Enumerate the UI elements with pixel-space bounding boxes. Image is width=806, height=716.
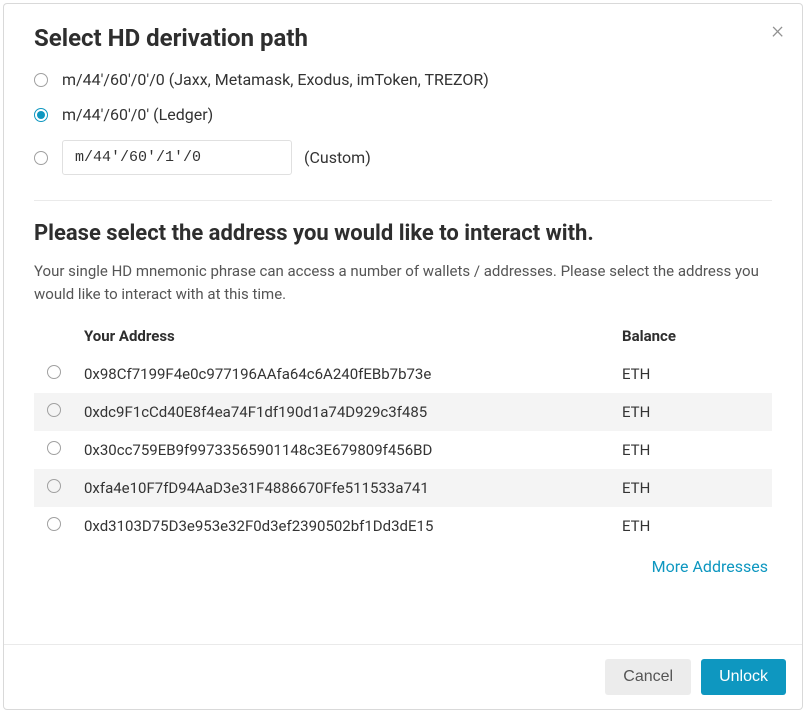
- address-cell: 0xdc9F1cCd40E8f4ea74F1df190d1a74D929c3f4…: [84, 403, 622, 421]
- balance-cell: ETH: [622, 403, 762, 421]
- balance-cell: ETH: [622, 441, 762, 459]
- hd-path-option-ledger[interactable]: m/44'/60'/0' (Ledger): [34, 105, 772, 124]
- radio-icon[interactable]: [47, 517, 61, 531]
- close-icon[interactable]: ×: [771, 18, 784, 42]
- balance-cell: ETH: [622, 517, 762, 535]
- balance-cell: ETH: [622, 479, 762, 497]
- dialog-title: Select HD derivation path: [34, 24, 772, 52]
- table-row[interactable]: 0xd3103D75D3e953e32F0d3ef2390502bf1Dd3dE…: [34, 507, 772, 545]
- table-header-address: Your Address: [84, 327, 622, 345]
- table-row[interactable]: 0x30cc759EB9f99733565901148c3E679809f456…: [34, 431, 772, 469]
- more-addresses-link[interactable]: More Addresses: [652, 557, 768, 576]
- hd-path-dialog: × Select HD derivation path m/44'/60'/0'…: [3, 3, 803, 710]
- table-row[interactable]: 0x98Cf7199F4e0c977196AAfa64c6A240fEBb7b7…: [34, 355, 772, 393]
- cancel-button[interactable]: Cancel: [605, 659, 691, 695]
- dialog-body: Select HD derivation path m/44'/60'/0'/0…: [4, 4, 802, 644]
- radio-icon[interactable]: [47, 403, 61, 417]
- address-section-helper: Your single HD mnemonic phrase can acces…: [34, 260, 772, 305]
- address-cell: 0xd3103D75D3e953e32F0d3ef2390502bf1Dd3dE…: [84, 517, 622, 535]
- table-header-balance: Balance: [622, 327, 762, 345]
- balance-cell: ETH: [622, 365, 762, 383]
- hd-path-option-label: m/44'/60'/0'/0 (Jaxx, Metamask, Exodus, …: [62, 70, 489, 89]
- hd-path-option-default[interactable]: m/44'/60'/0'/0 (Jaxx, Metamask, Exodus, …: [34, 70, 772, 89]
- hd-path-option-label: m/44'/60'/0' (Ledger): [62, 105, 213, 124]
- dialog-footer: Cancel Unlock: [4, 644, 802, 709]
- address-cell: 0xfa4e10F7fD94AaD3e31F4886670Ffe511533a7…: [84, 479, 622, 497]
- table-row[interactable]: 0xdc9F1cCd40E8f4ea74F1df190d1a74D929c3f4…: [34, 393, 772, 431]
- radio-icon[interactable]: [34, 151, 48, 165]
- more-addresses-wrapper: More Addresses: [34, 557, 772, 576]
- radio-icon[interactable]: [47, 479, 61, 493]
- radio-icon[interactable]: [47, 441, 61, 455]
- hd-path-option-custom[interactable]: (Custom): [34, 140, 772, 175]
- table-row[interactable]: 0xfa4e10F7fD94AaD3e31F4886670Ffe511533a7…: [34, 469, 772, 507]
- radio-icon[interactable]: [34, 108, 48, 122]
- unlock-button[interactable]: Unlock: [701, 659, 786, 695]
- address-table: Your Address Balance 0x98Cf7199F4e0c9771…: [34, 319, 772, 545]
- radio-icon[interactable]: [47, 365, 61, 379]
- address-cell: 0x30cc759EB9f99733565901148c3E679809f456…: [84, 441, 622, 459]
- custom-path-label: (Custom): [304, 148, 371, 167]
- hd-path-radio-group: m/44'/60'/0'/0 (Jaxx, Metamask, Exodus, …: [34, 70, 772, 190]
- custom-path-input[interactable]: [62, 140, 292, 175]
- address-section-title: Please select the address you would like…: [34, 221, 772, 246]
- table-header: Your Address Balance: [34, 319, 772, 355]
- address-cell: 0x98Cf7199F4e0c977196AAfa64c6A240fEBb7b7…: [84, 365, 622, 383]
- section-divider: [34, 200, 772, 201]
- radio-icon[interactable]: [34, 73, 48, 87]
